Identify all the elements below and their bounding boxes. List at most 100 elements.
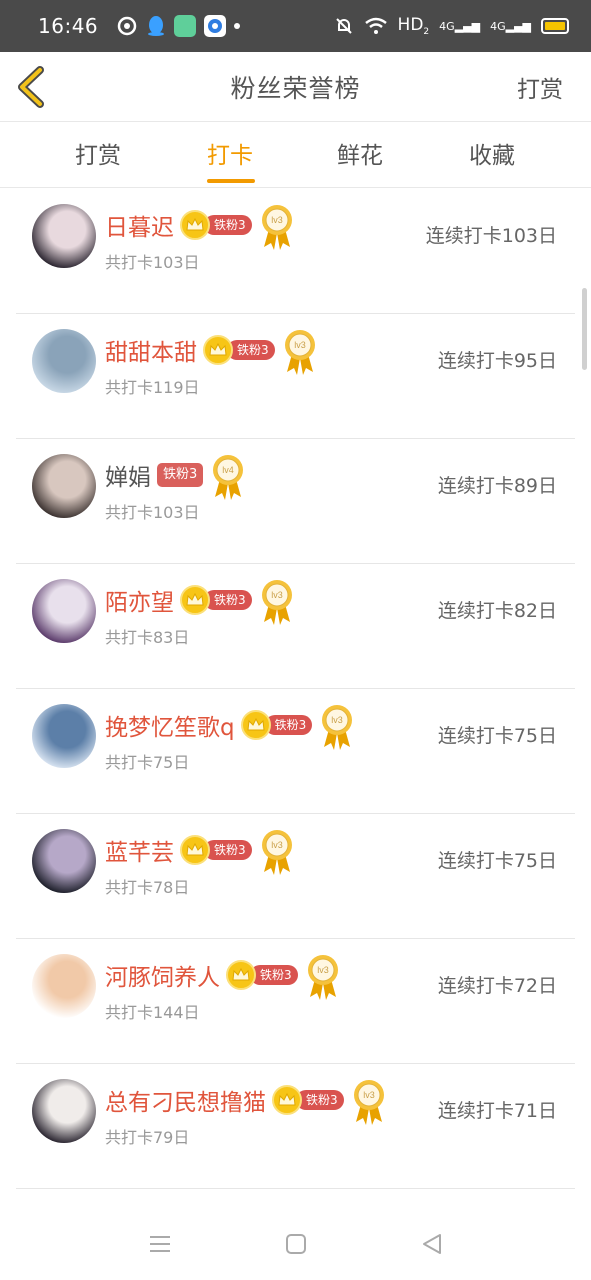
list-item[interactable]: 河豚饲养人 铁粉3 lv3 共打卡144日 连续打卡72日	[16, 939, 575, 1064]
top-bar: 粉丝荣誉榜 打赏	[0, 52, 591, 122]
total-checkins: 共打卡75日	[105, 753, 190, 772]
streak-checkins: 连续打卡75日	[437, 725, 557, 747]
scrollbar[interactable]	[582, 288, 587, 370]
user-name[interactable]: 日暮迟	[105, 208, 174, 242]
avatar[interactable]	[32, 1079, 96, 1143]
avatar[interactable]	[32, 454, 96, 518]
tab-flowers[interactable]: 鲜花	[320, 136, 400, 170]
more-notifications-dot	[234, 23, 241, 29]
crown-icon	[240, 710, 271, 740]
fan-badge: 铁粉3	[180, 835, 252, 865]
svg-text:lv3: lv3	[331, 715, 343, 725]
avatar[interactable]	[32, 829, 96, 893]
reward-button[interactable]: 打赏	[517, 70, 563, 104]
tab-favorites[interactable]: 收藏	[452, 136, 532, 170]
active-tab-indicator	[207, 179, 255, 183]
crown-icon	[272, 1085, 302, 1115]
streak-checkins: 连续打卡75日	[437, 850, 557, 872]
list-item[interactable]: 蓝芊芸 铁粉3 lv3 共打卡78日 连续打卡75日	[16, 814, 575, 939]
back-triangle-icon[interactable]	[420, 1232, 444, 1256]
svg-text:lv3: lv3	[317, 965, 329, 975]
mute-bell-icon	[335, 18, 352, 34]
fan-badge-label: 铁粉3	[204, 590, 252, 610]
streak-checkins: 连续打卡103日	[425, 225, 557, 247]
fan-badge: 铁粉3	[180, 585, 252, 615]
svg-text:lv3: lv3	[363, 1090, 375, 1100]
ranking-list[interactable]: 日暮迟 铁粉3 lv3 共打卡103日 连续打卡103日 甜甜本甜 铁粉3 lv…	[0, 189, 591, 1207]
fan-badge-label: 铁粉3	[227, 340, 275, 360]
crown-icon	[226, 960, 256, 990]
streak-checkins: 连续打卡95日	[437, 350, 557, 372]
list-item[interactable]: 甜甜本甜 铁粉3 lv3 共打卡119日 连续打卡95日	[16, 314, 575, 439]
tab-reward[interactable]: 打赏	[58, 136, 138, 170]
name-line: 河豚饲养人 铁粉3 lv3	[105, 955, 340, 1000]
avatar[interactable]	[32, 204, 96, 268]
user-name[interactable]: 总有刁民想撸猫	[105, 1083, 266, 1117]
tab-checkin[interactable]: 打卡	[190, 136, 270, 170]
crown-icon	[180, 835, 210, 865]
user-name[interactable]: 挽梦忆笙歌q	[105, 708, 235, 742]
streak-checkins: 连续打卡89日	[437, 475, 557, 497]
svg-text:lv3: lv3	[271, 590, 283, 600]
tab-bar: 打赏 打卡 鲜花 收藏	[0, 122, 591, 188]
fan-badge-label: 铁粉3	[157, 463, 204, 487]
wifi-icon	[364, 17, 387, 34]
blue-app-icon	[204, 15, 227, 37]
total-checkins: 共打卡78日	[105, 878, 190, 897]
menu-icon[interactable]	[148, 1232, 172, 1256]
user-name[interactable]: 河豚饲养人	[105, 958, 220, 992]
green-app-icon	[174, 15, 197, 37]
avatar[interactable]	[32, 329, 96, 393]
fan-badge: 铁粉3	[226, 960, 298, 990]
total-checkins: 共打卡103日	[105, 253, 200, 272]
crown-icon	[203, 335, 233, 365]
status-bar: 16:46 HD2 4G▂▄▆ 4G▂▄▆	[0, 0, 591, 52]
streak-checkins: 连续打卡71日	[437, 1100, 557, 1122]
fan-badge: 铁粉3	[180, 210, 252, 240]
fan-badge: 铁粉3	[157, 463, 204, 487]
status-time: 16:46	[38, 14, 99, 38]
fan-badge: 铁粉3	[203, 335, 275, 365]
battery-icon	[541, 18, 569, 34]
fan-badge-label: 铁粉3	[250, 965, 298, 985]
user-name[interactable]: 陌亦望	[105, 583, 174, 617]
streak-checkins: 连续打卡82日	[437, 600, 557, 622]
avatar[interactable]	[32, 579, 96, 643]
avatar[interactable]	[32, 704, 96, 768]
fan-badge-label: 铁粉3	[296, 1090, 344, 1110]
level-medal-icon: lv3	[261, 205, 292, 250]
list-item[interactable]: 日暮迟 铁粉3 lv3 共打卡103日 连续打卡103日	[16, 189, 575, 314]
user-name[interactable]: 婵娟	[105, 458, 151, 492]
total-checkins: 共打卡79日	[105, 1128, 190, 1147]
svg-text:lv3: lv3	[271, 840, 283, 850]
total-checkins: 共打卡83日	[105, 628, 190, 647]
user-name[interactable]: 甜甜本甜	[105, 333, 197, 367]
level-medal-icon: lv3	[261, 580, 292, 625]
list-item[interactable]: 总有刁民想撸猫 铁粉3 lv3 共打卡79日 连续打卡71日	[16, 1064, 575, 1189]
home-icon[interactable]	[284, 1232, 308, 1256]
list-item[interactable]: 陌亦望 铁粉3 lv3 共打卡83日 连续打卡82日	[16, 564, 575, 689]
name-line: 甜甜本甜 铁粉3 lv3	[105, 330, 317, 375]
avatar[interactable]	[32, 954, 96, 1018]
fan-badge-label: 铁粉3	[204, 215, 252, 235]
svg-text:lv4: lv4	[223, 465, 235, 475]
level-medal-icon: lv3	[307, 955, 338, 1000]
list-item[interactable]: 婵娟 铁粉3 lv4 共打卡103日 连续打卡89日	[16, 439, 575, 564]
total-checkins: 共打卡144日	[105, 1003, 200, 1022]
signal-2: 4G▂▄▆	[490, 19, 531, 33]
notification-icons	[116, 15, 241, 37]
user-name[interactable]: 蓝芊芸	[105, 833, 174, 867]
name-line: 挽梦忆笙歌q 铁粉3 lv3	[105, 705, 354, 750]
svg-text:lv3: lv3	[271, 215, 283, 225]
svg-text:lv3: lv3	[294, 340, 306, 350]
name-line: 陌亦望 铁粉3 lv3	[105, 580, 294, 625]
name-line: 婵娟 铁粉3 lv4	[105, 455, 245, 500]
back-arrow-icon[interactable]	[14, 66, 50, 108]
qq-icon	[148, 16, 165, 36]
total-checkins: 共打卡103日	[105, 503, 200, 522]
level-medal-icon: lv3	[261, 830, 292, 875]
fan-badge: 铁粉3	[240, 710, 313, 740]
name-line: 蓝芊芸 铁粉3 lv3	[105, 830, 294, 875]
app-notification-icon	[117, 16, 137, 36]
list-item[interactable]: 挽梦忆笙歌q 铁粉3 lv3 共打卡75日 连续打卡75日	[16, 689, 575, 814]
